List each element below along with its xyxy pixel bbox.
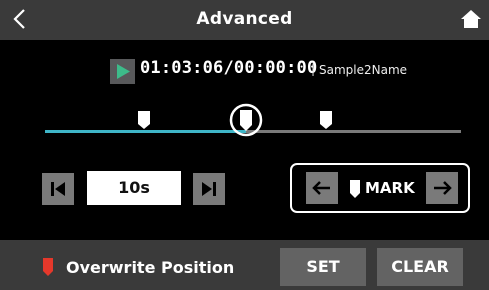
- mark-next-button[interactable]: [426, 172, 458, 204]
- skip-next-button[interactable]: [193, 173, 225, 205]
- header-bar: Advanced: [0, 0, 489, 40]
- home-icon[interactable]: [459, 7, 483, 31]
- mark-previous-button[interactable]: [306, 172, 338, 204]
- skip-previous-button[interactable]: [42, 173, 74, 205]
- file-name: Sample2Name: [319, 63, 408, 77]
- overwrite-marker-icon: [43, 258, 53, 276]
- timeline-mark: [138, 111, 150, 129]
- time-display: 01:03:06/00:00:00: [140, 58, 318, 78]
- skip-time-field[interactable]: 10s: [87, 171, 181, 205]
- skip-next-icon: [202, 182, 216, 196]
- mark-navigation-group: MARK: [290, 163, 470, 213]
- overwrite-position-label: Overwrite Position: [66, 258, 235, 277]
- play-icon: [117, 64, 130, 79]
- time-separator: |: [311, 62, 316, 76]
- mark-icon: [350, 180, 360, 198]
- skip-previous-icon: [51, 182, 65, 196]
- timeline-progress: [45, 130, 246, 133]
- set-button[interactable]: SET: [280, 248, 366, 286]
- page-title: Advanced: [196, 9, 293, 29]
- play-button[interactable]: [110, 59, 135, 84]
- timeline-position-handle[interactable]: [229, 103, 263, 137]
- clear-button[interactable]: CLEAR: [377, 248, 463, 286]
- arrow-right-icon: [434, 181, 452, 195]
- timeline-mark: [320, 111, 332, 129]
- arrow-left-icon: [312, 181, 330, 195]
- mark-label: MARK: [365, 179, 415, 197]
